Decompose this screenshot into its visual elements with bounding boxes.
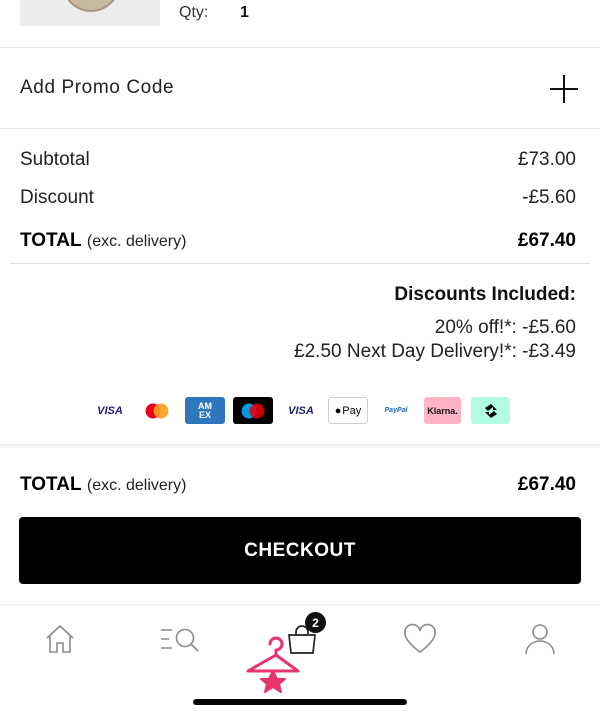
heart-icon[interactable] (400, 619, 440, 659)
visa-icon: VISA (90, 397, 130, 424)
footer-total-label: TOTAL (20, 474, 82, 495)
total-note: (exc. delivery) (86, 233, 187, 250)
paypal-icon: PayPal (376, 397, 416, 424)
discount-row: Discount -£5.60 (20, 187, 576, 211)
discount-value: -£5.60 (522, 187, 576, 208)
footer-total-row: TOTAL (exc. delivery) £67.40 (20, 474, 576, 498)
subtotal-value: £73.00 (517, 149, 576, 170)
promo-code-row[interactable]: Add Promo Code (0, 49, 600, 129)
total-label-group: TOTAL (exc. delivery) (20, 230, 186, 252)
mastercard-icon (137, 397, 177, 424)
footer-total-label-group: TOTAL (exc. delivery) (20, 474, 186, 496)
subtotal-row: Subtotal £73.00 (20, 149, 576, 173)
total-label: TOTAL (20, 230, 82, 251)
amex-icon: AM EX (185, 397, 225, 424)
discount-line-item: 20% off!*: -£5.60 (434, 317, 576, 338)
apple-pay-label: Pay (342, 404, 362, 417)
divider (10, 263, 590, 264)
qty-value: 1 (240, 4, 249, 21)
apple-pay-icon: ● Pay (328, 397, 368, 424)
search-menu-icon[interactable] (158, 619, 202, 659)
cart-count-badge: 2 (305, 612, 326, 633)
account-icon[interactable] (520, 619, 560, 659)
discount-line-item: £2.50 Next Day Delivery!*: -£3.49 (294, 341, 576, 362)
product-thumbnail[interactable] (20, 0, 160, 26)
cart-item-row: Qty: 1 (0, 0, 600, 48)
home-indicator (193, 699, 407, 705)
product-image (62, 0, 120, 12)
subtotal-label: Subtotal (20, 149, 90, 170)
brand-hanger-logo[interactable] (243, 635, 303, 695)
qty-label: Qty: (179, 4, 209, 21)
afterpay-icon (471, 397, 510, 424)
promo-code-label: Add Promo Code (20, 77, 175, 98)
total-value: £67.40 (517, 230, 576, 251)
footer-total-value: £67.40 (517, 474, 576, 495)
footer-total-note: (exc. delivery) (86, 477, 187, 494)
klarna-icon: Klarna. (424, 397, 461, 424)
maestro-icon (233, 397, 273, 424)
home-icon[interactable] (40, 619, 80, 659)
checkout-button[interactable]: CHECKOUT (19, 517, 581, 584)
plus-icon[interactable] (550, 75, 578, 103)
total-row: TOTAL (exc. delivery) £67.40 (20, 230, 576, 254)
visa-electron-icon: VISA (281, 397, 321, 424)
discounts-heading: Discounts Included: (394, 284, 576, 305)
discount-label: Discount (20, 187, 94, 208)
footer-separator (0, 444, 600, 448)
